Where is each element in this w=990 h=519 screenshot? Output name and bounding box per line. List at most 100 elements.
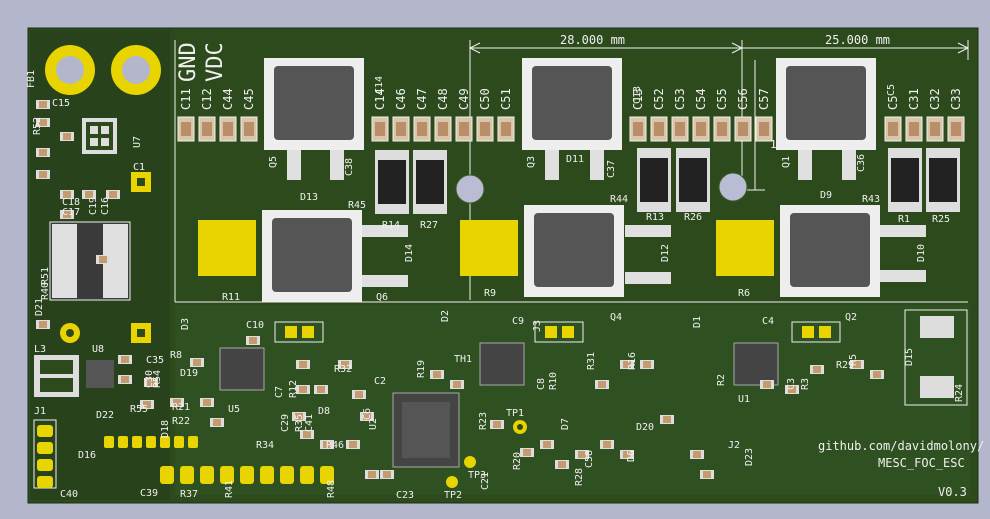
header-pin[interactable]	[280, 466, 294, 484]
ref-r43: R43	[862, 194, 880, 205]
header-pin[interactable]	[200, 466, 214, 484]
smd-component	[540, 440, 554, 449]
ref-r25: R25	[932, 214, 950, 225]
gnd-label: GND	[176, 42, 201, 82]
pcb-render-view: GND VDC 28.000 mm 25.000 mm 1 C11 C12 C44 C…	[26, 27, 984, 504]
header-pin[interactable]	[104, 436, 114, 448]
mosfet-q6	[262, 210, 362, 302]
capacitor-label: C12	[200, 88, 214, 110]
header-pin[interactable]	[300, 466, 314, 484]
shunt-resistor	[413, 150, 447, 214]
ref-r10: R10	[548, 372, 559, 390]
mcu-u2	[392, 392, 460, 468]
ref-r6: R6	[738, 288, 750, 299]
smd-component	[60, 132, 74, 141]
phase-a-pad[interactable]	[198, 220, 256, 276]
tp2-testpoint[interactable]	[446, 476, 458, 488]
ref-c35: C35	[146, 355, 164, 366]
ref-c39: C39	[140, 488, 158, 499]
ref-tp1: TP1	[506, 408, 524, 419]
ref-r9: R9	[484, 288, 496, 299]
header-pin[interactable]	[188, 436, 198, 448]
ref-d8: D8	[318, 406, 330, 417]
board-version: V0.3	[938, 485, 967, 499]
gate-driver-u1	[733, 342, 779, 386]
dimension-28mm-label: 28.000 mm	[560, 33, 625, 47]
ref-c19: C19	[88, 197, 99, 215]
capacitor-label: C51	[499, 88, 513, 110]
header-pin[interactable]	[132, 436, 142, 448]
gnd-terminal-pad[interactable]	[111, 45, 161, 95]
smd-component	[690, 450, 704, 459]
header-pin[interactable]	[174, 436, 184, 448]
smd-component	[314, 385, 328, 394]
ref-d2: D2	[440, 310, 451, 322]
smd-component	[200, 398, 214, 407]
smd-component	[365, 470, 379, 479]
capacitor-label: C56	[736, 88, 750, 110]
capacitor-label: C44	[221, 88, 235, 110]
header-pin[interactable]	[240, 466, 254, 484]
ref-c38: C38	[344, 158, 355, 176]
header-pin[interactable]	[118, 436, 128, 448]
smd-component	[450, 380, 464, 389]
capacitor-label: C5	[886, 96, 900, 110]
mounting-hole-2	[718, 172, 748, 202]
tp3-testpoint[interactable]	[464, 456, 476, 468]
capacitor-label: C32	[928, 88, 942, 110]
capacitor-label: C45	[242, 88, 256, 110]
smd-component	[352, 390, 366, 399]
header-pin[interactable]	[146, 436, 156, 448]
ref-j2: J2	[728, 440, 740, 451]
ref-u8: U8	[92, 344, 104, 355]
ref-r14: R14	[382, 220, 400, 231]
ref-q2: Q2	[845, 312, 857, 323]
ref-j3: J3	[532, 320, 543, 332]
ref-r55: R55	[130, 404, 148, 415]
ref-d14: D14	[404, 244, 415, 262]
gate-driver-u3	[479, 342, 525, 386]
smd-component	[555, 460, 569, 469]
capacitor-label: C50	[478, 88, 492, 110]
ref-r23: R23	[478, 412, 489, 430]
capacitor-label: C47	[415, 88, 429, 110]
ref-c58: C58	[584, 450, 595, 468]
header-pin[interactable]	[180, 466, 194, 484]
smd-component	[190, 358, 204, 367]
header-pin[interactable]	[260, 466, 274, 484]
gate-driver-u5	[219, 347, 265, 391]
mosfet-q2	[780, 205, 880, 297]
ref-c15: C15	[52, 98, 70, 109]
ref-u2: U2	[368, 418, 379, 430]
ref-l3: L3	[34, 344, 46, 355]
ref-d7: D7	[560, 418, 571, 430]
smd-component	[600, 440, 614, 449]
ref-c23: C23	[396, 490, 414, 501]
vdc-terminal-pad[interactable]	[45, 45, 95, 95]
ref-c10: C10	[246, 320, 264, 331]
capacitor-label: C48	[436, 88, 450, 110]
capacitor-c5: C5	[884, 96, 902, 142]
ref-r52: R52	[32, 117, 43, 135]
ref-d9: D9	[820, 190, 832, 201]
ref-c1: C1	[133, 162, 145, 173]
smd-component	[660, 415, 674, 424]
phase-b-pad[interactable]	[460, 220, 518, 276]
shunt-resistor	[888, 148, 922, 212]
phase-c-pad[interactable]	[716, 220, 774, 276]
ref-r13: R13	[646, 212, 664, 223]
ref-r24: R24	[954, 384, 965, 402]
mounting-hole-1	[455, 174, 485, 204]
ref-r37: R37	[180, 489, 198, 500]
ref-d1: D1	[692, 316, 703, 328]
smd-component	[118, 355, 132, 364]
ref-r32: R32	[334, 364, 352, 375]
dimension-25mm-label: 25.000 mm	[825, 33, 890, 47]
header-pin[interactable]	[160, 466, 174, 484]
smd-component	[760, 380, 774, 389]
ref-r31: R31	[586, 352, 597, 370]
smd-component	[700, 470, 714, 479]
ref-c14: C14	[374, 76, 385, 94]
ref-q6: Q6	[376, 292, 388, 303]
ref-r1: R1	[898, 214, 910, 225]
